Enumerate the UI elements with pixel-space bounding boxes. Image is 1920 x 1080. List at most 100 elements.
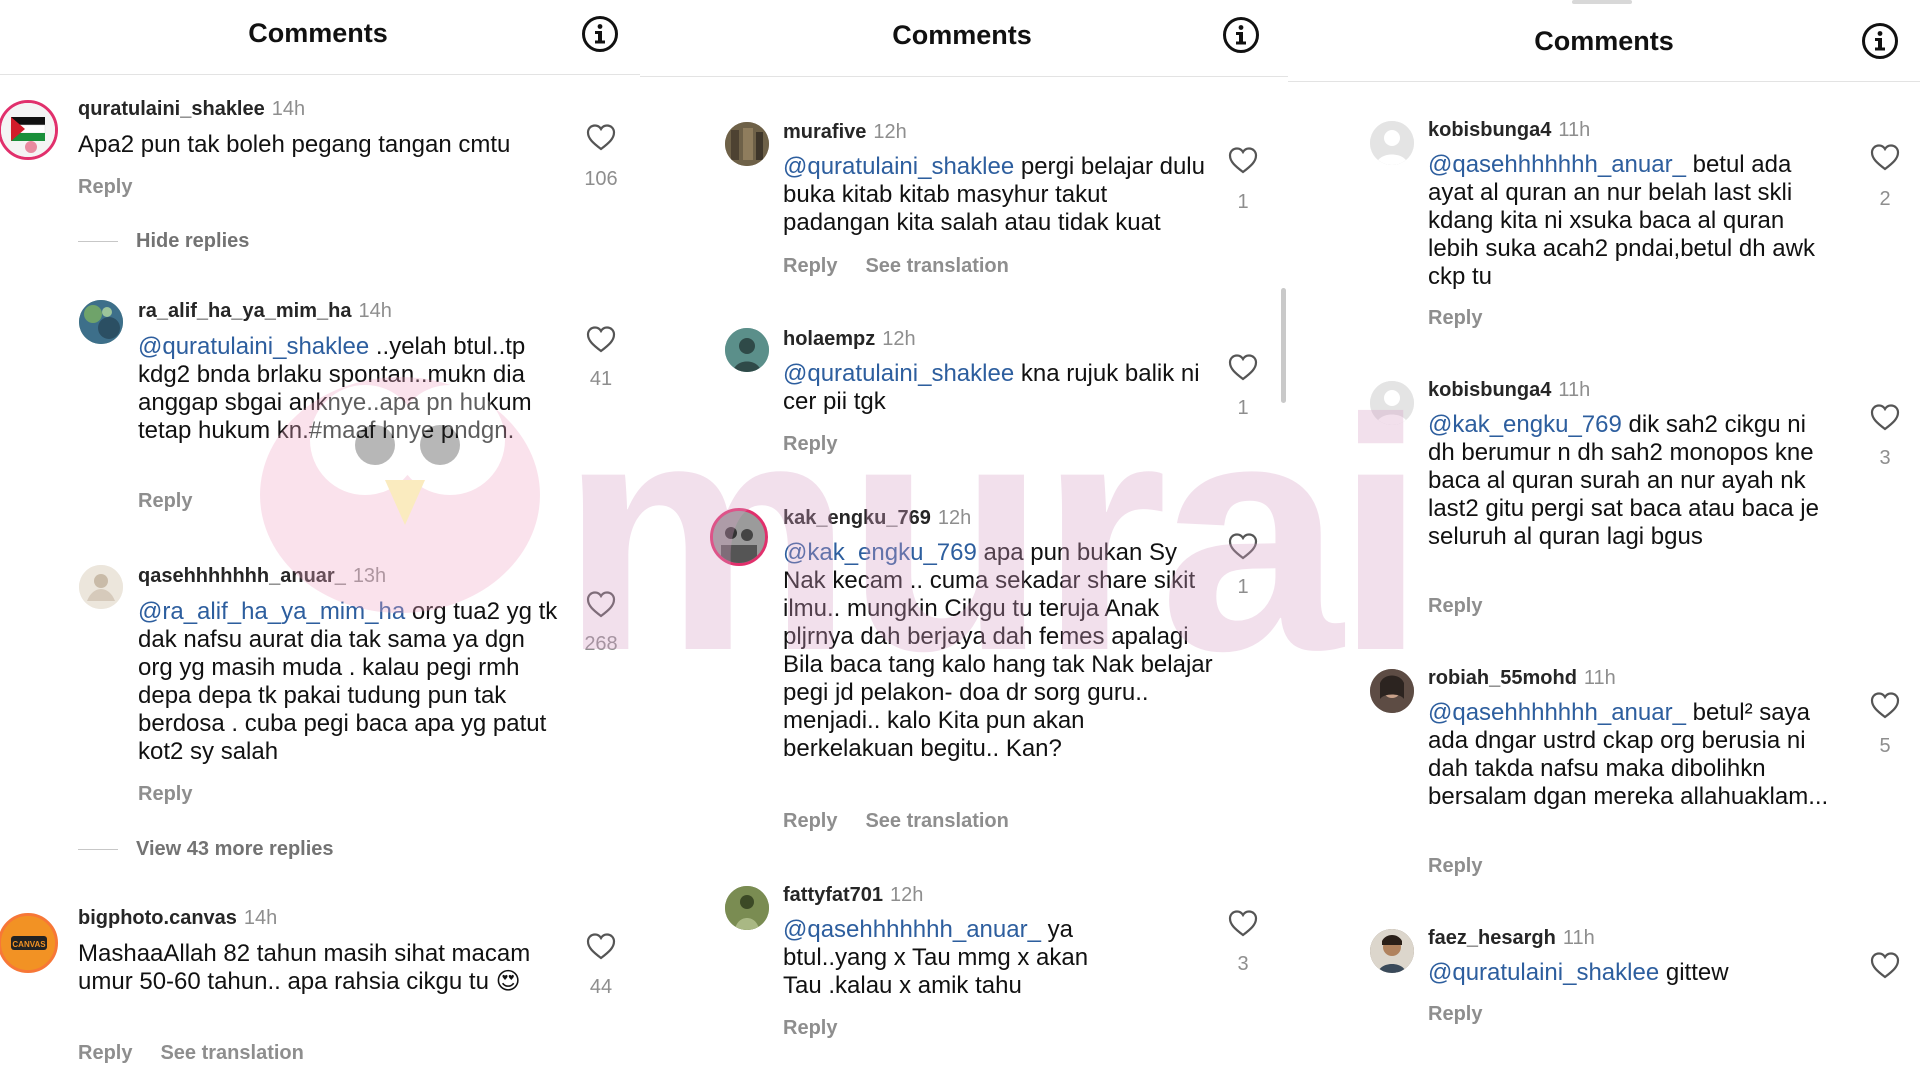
mention-link[interactable]: @quratulaini_shaklee: [1428, 959, 1659, 986]
username[interactable]: kobisbunga4: [1428, 119, 1551, 141]
heart-icon[interactable]: [585, 122, 617, 152]
avatar[interactable]: [725, 328, 769, 372]
like-count: 44: [589, 976, 613, 998]
timestamp: 11h: [1558, 119, 1591, 141]
reply-button[interactable]: Reply: [783, 810, 837, 832]
reply-button[interactable]: Reply: [138, 783, 192, 805]
avatar[interactable]: [1370, 929, 1414, 973]
heart-icon[interactable]: [1869, 690, 1901, 720]
mention-link[interactable]: @qasehhhhhhh_anuar_: [1428, 699, 1686, 726]
like-count: 268: [584, 633, 618, 655]
username[interactable]: bigphoto.canvas: [78, 907, 237, 929]
username[interactable]: kobisbunga4: [1428, 379, 1551, 401]
username[interactable]: murafive: [783, 121, 866, 143]
info-circle-icon[interactable]: [1222, 16, 1260, 54]
avatar[interactable]: [725, 122, 769, 166]
reply-button[interactable]: Reply: [1428, 855, 1482, 877]
sheet-grabber[interactable]: [1572, 0, 1632, 4]
heart-icon[interactable]: [1869, 950, 1901, 980]
heart-icon[interactable]: [585, 324, 617, 354]
username[interactable]: robiah_55mohd: [1428, 667, 1577, 689]
avatar[interactable]: [1370, 669, 1414, 713]
comment-text: @qasehhhhhhh_anuar_ ya btul..yang x Tau …: [783, 916, 1128, 1000]
mention-link[interactable]: @ra_alif_ha_ya_mim_ha: [138, 598, 405, 625]
comment-text: MashaaAllah 82 tahun masih sihat macam u…: [78, 940, 531, 995]
username[interactable]: kak_engku_769: [783, 507, 931, 529]
avatar[interactable]: [79, 565, 123, 609]
avatar[interactable]: [0, 100, 58, 160]
hide-replies-button[interactable]: Hide replies: [78, 230, 249, 253]
header-title: Comments: [248, 18, 388, 48]
timestamp: 14h: [243, 907, 278, 929]
view-more-replies-button[interactable]: View 43 more replies: [78, 838, 334, 861]
heart-icon[interactable]: [1869, 402, 1901, 432]
timestamp: 12h: [882, 328, 916, 350]
reply-button[interactable]: Reply: [783, 433, 837, 455]
heart-icon[interactable]: [585, 589, 617, 619]
reply-button[interactable]: Reply: [1428, 307, 1482, 329]
avatar-image: [79, 565, 123, 609]
avatar[interactable]: [79, 300, 123, 344]
heart-icon[interactable]: [1227, 531, 1259, 561]
reply-button[interactable]: Reply: [1428, 1003, 1482, 1025]
heart-icon[interactable]: [1227, 145, 1259, 175]
comments-panel-2: Comments murafive 12h @quratulaini_shakle…: [640, 0, 1288, 1080]
mention-link[interactable]: @kak_engku_769: [1428, 411, 1622, 438]
avatar-image: [725, 122, 769, 166]
timestamp: 11h: [1562, 927, 1595, 949]
see-translation-button[interactable]: See translation: [160, 1042, 303, 1064]
see-translation-button[interactable]: See translation: [865, 255, 1008, 277]
avatar[interactable]: [1370, 121, 1414, 165]
username[interactable]: fattyfat701: [783, 884, 883, 906]
username[interactable]: faez_hesargh: [1428, 927, 1556, 949]
like-count: 41: [589, 368, 613, 390]
header-title: Comments: [892, 20, 1032, 50]
reply-button[interactable]: Reply: [78, 176, 132, 198]
avatar[interactable]: [1370, 381, 1414, 425]
like-count: 1: [1237, 576, 1249, 598]
mention-link[interactable]: @quratulaini_shaklee: [783, 153, 1014, 180]
mention-link[interactable]: @qasehhhhhhh_anuar_: [783, 916, 1041, 943]
heart-icon[interactable]: [1227, 352, 1259, 382]
info-circle-icon[interactable]: [581, 15, 619, 53]
comment-text: Apa2 pun tak boleh pegang tangan cmtu: [78, 131, 511, 158]
thread-line: [78, 849, 118, 851]
avatar[interactable]: [725, 886, 769, 930]
avatar-image: [725, 886, 769, 930]
reply-button[interactable]: Reply: [783, 1017, 837, 1039]
reply-button[interactable]: Reply: [138, 490, 192, 512]
heart-icon[interactable]: [1869, 142, 1901, 172]
username[interactable]: holaempz: [783, 328, 875, 350]
mention-link[interactable]: @quratulaini_shaklee: [783, 360, 1014, 387]
comment-text: @quratulaini_shaklee gittew: [1428, 959, 1833, 987]
header-title: Comments: [1534, 26, 1674, 56]
like-count: 106: [584, 168, 618, 190]
avatar-image: [79, 300, 123, 344]
reply-button[interactable]: Reply: [1428, 595, 1482, 617]
mention-link[interactable]: @quratulaini_shaklee: [138, 333, 369, 360]
comments-header: Comments: [640, 0, 1288, 77]
comment-text-body: apa pun bukan Sy Nak kecam .. cuma sekad…: [783, 539, 1213, 762]
see-translation-button[interactable]: See translation: [865, 810, 1008, 832]
avatar[interactable]: CANVAS: [0, 913, 58, 973]
default-avatar-icon: [1370, 121, 1414, 165]
mention-link[interactable]: @kak_engku_769: [783, 539, 977, 566]
timestamp: 14h: [358, 300, 392, 322]
heart-icon[interactable]: [585, 931, 617, 961]
comment-text: @kak_engku_769 dik sah2 cikgu ni dh beru…: [1428, 411, 1833, 551]
reply-button[interactable]: Reply: [78, 1042, 132, 1064]
comments-header: Comments: [0, 0, 640, 75]
timestamp: 14h: [271, 98, 306, 120]
username[interactable]: qasehhhhhhh_anuar_: [138, 565, 346, 587]
heart-icon[interactable]: [1227, 908, 1259, 938]
username[interactable]: ra_alif_ha_ya_mim_ha: [138, 300, 351, 322]
scrollbar[interactable]: [1281, 288, 1286, 403]
reply-button[interactable]: Reply: [783, 255, 837, 277]
like-count: 3: [1237, 953, 1249, 975]
comments-panel-1: Comments quratulaini_shaklee 14h Apa2 pun…: [0, 0, 640, 1080]
info-circle-icon[interactable]: [1861, 22, 1899, 60]
username[interactable]: quratulaini_shaklee: [78, 98, 265, 120]
avatar[interactable]: [710, 508, 768, 566]
mention-link[interactable]: @qasehhhhhhh_anuar_: [1428, 151, 1686, 178]
avatar-image: [1370, 929, 1414, 973]
